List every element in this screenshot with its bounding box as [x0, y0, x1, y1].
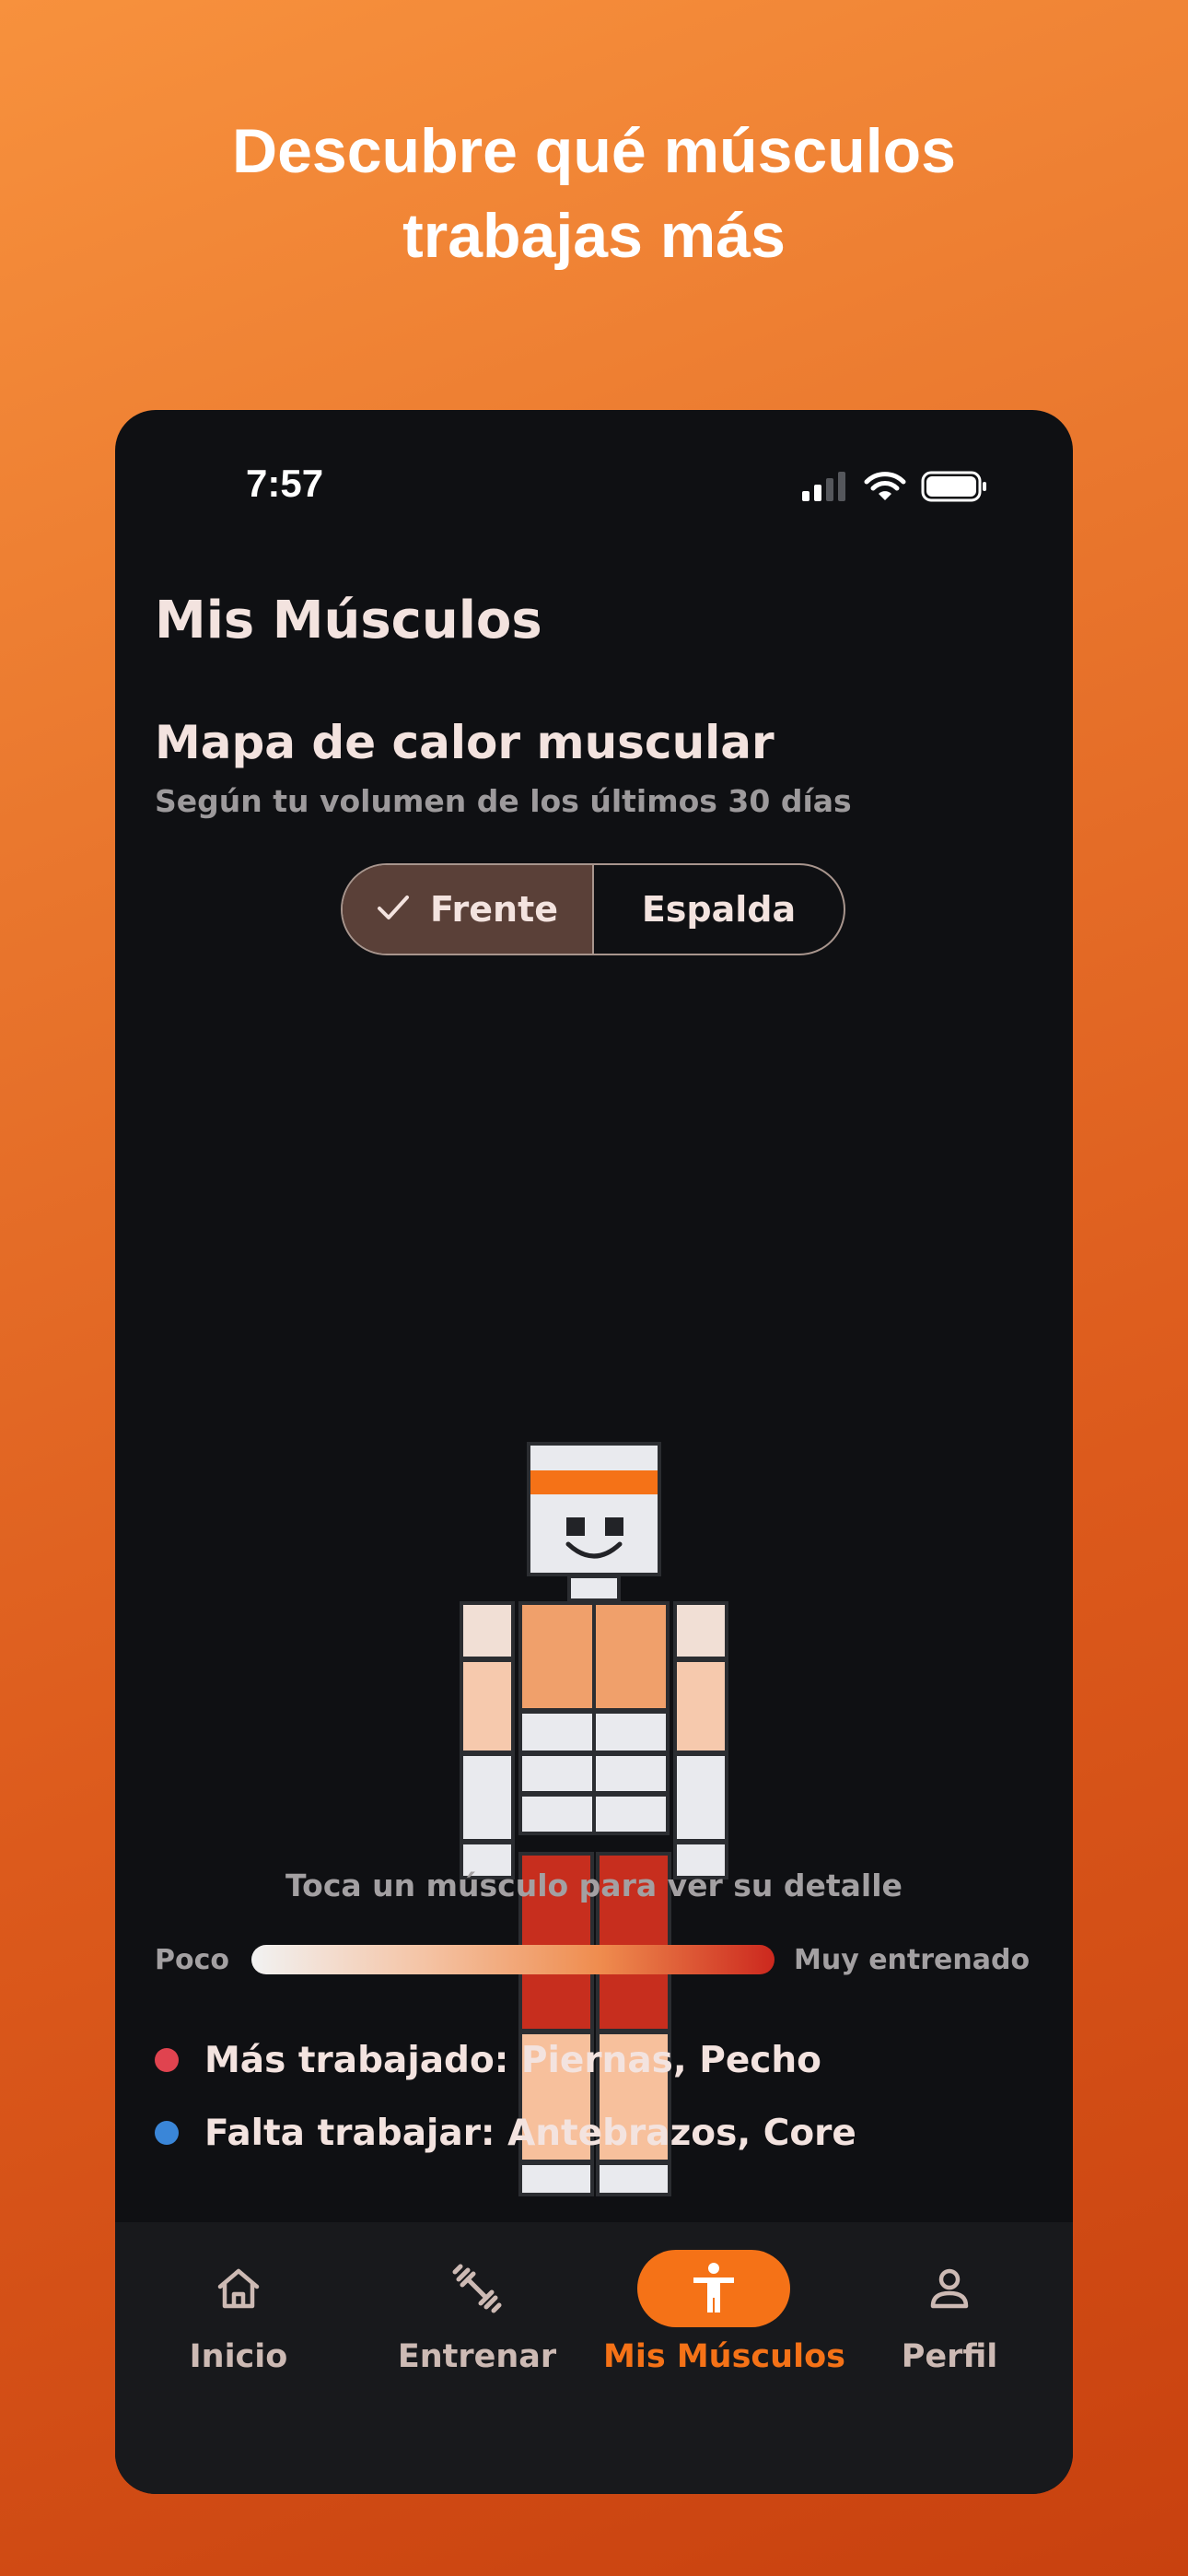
toggle-front[interactable]: Frente — [343, 865, 594, 954]
toggle-back[interactable]: Espalda — [594, 865, 844, 954]
abs-5[interactable] — [518, 1793, 596, 1835]
legend-low-label: Poco — [155, 1944, 229, 1976]
insight-dot-most — [155, 2048, 179, 2072]
eye-left — [566, 1517, 585, 1536]
neck — [567, 1575, 621, 1602]
abs-1[interactable] — [518, 1710, 596, 1754]
insight-most-trained: Más trabajado: Piernas, Pecho — [155, 2037, 821, 2083]
forearm-right[interactable] — [673, 1752, 728, 1843]
promo-headline-line1: Descubre qué músculos — [231, 116, 957, 186]
biceps-left[interactable] — [460, 1658, 515, 1754]
insight-dot-needs — [155, 2121, 179, 2145]
cellular-signal-icon — [801, 471, 847, 506]
tab-perfil[interactable]: Perfil — [839, 2250, 1060, 2375]
abs-4[interactable] — [592, 1752, 670, 1795]
insight-needs-label: Falta trabajar: Antebrazos, Core — [204, 2112, 856, 2154]
insight-needs-work: Falta trabajar: Antebrazos, Core — [155, 2110, 856, 2156]
eye-right — [605, 1517, 623, 1536]
abs-6[interactable] — [592, 1793, 670, 1835]
page-title: Mis Músculos — [155, 591, 542, 650]
smile — [565, 1540, 623, 1566]
insight-most-label: Más trabajado: Piernas, Pecho — [204, 2039, 821, 2081]
dumbbell-icon — [367, 2250, 588, 2327]
abs-2[interactable] — [592, 1710, 670, 1754]
toggle-front-label: Frente — [429, 889, 559, 930]
foot-right — [596, 2161, 671, 2196]
tap-hint: Toca un músculo para ver su detalle — [285, 1868, 903, 1903]
tab-entrenar[interactable]: Entrenar — [367, 2250, 588, 2375]
biceps-right[interactable] — [673, 1658, 728, 1754]
section-subtitle: Según tu volumen de los últimos 30 días — [155, 783, 852, 819]
promo-headline-line2: trabajas más — [402, 201, 786, 271]
tab-inicio[interactable]: Inicio — [128, 2250, 349, 2375]
legend-high-label: Muy entrenado — [794, 1944, 1031, 1976]
chest-left[interactable] — [518, 1601, 596, 1712]
status-time: 7:57 — [246, 462, 324, 505]
shoulder-right[interactable] — [673, 1601, 728, 1660]
shoulder-left[interactable] — [460, 1601, 515, 1660]
view-toggle: Frente Espalda — [341, 863, 845, 955]
section-title: Mapa de calor muscular — [155, 716, 775, 769]
foot-left — [518, 2161, 594, 2196]
home-icon — [128, 2250, 349, 2327]
tab-bar: Inicio Entrenar Mis Músculos Perfil — [115, 2222, 1073, 2494]
legend-gradient-bar — [251, 1945, 775, 1974]
battery-icon — [921, 470, 989, 507]
tab-entrenar-label: Entrenar — [397, 2338, 557, 2375]
accessibility-icon — [637, 2250, 790, 2327]
wifi-icon — [864, 471, 906, 506]
tab-mis-musculos[interactable]: Mis Músculos — [603, 2250, 845, 2375]
toggle-back-label: Espalda — [641, 889, 797, 930]
phone-screen: 7:57 Mis Músculos Mapa de calor muscular… — [115, 410, 1073, 2494]
headband — [530, 1470, 658, 1494]
check-icon — [377, 889, 410, 930]
person-icon — [839, 2250, 1060, 2327]
muscle-heatmap — [115, 1023, 1073, 2196]
tab-mis-musculos-label: Mis Músculos — [603, 2338, 845, 2375]
tab-inicio-label: Inicio — [189, 2338, 288, 2375]
abs-3[interactable] — [518, 1752, 596, 1795]
tab-perfil-label: Perfil — [901, 2338, 998, 2375]
chest-right[interactable] — [592, 1601, 670, 1712]
promo-headline: Descubre qué músculos trabajas más — [0, 109, 1188, 278]
forearm-left[interactable] — [460, 1752, 515, 1843]
